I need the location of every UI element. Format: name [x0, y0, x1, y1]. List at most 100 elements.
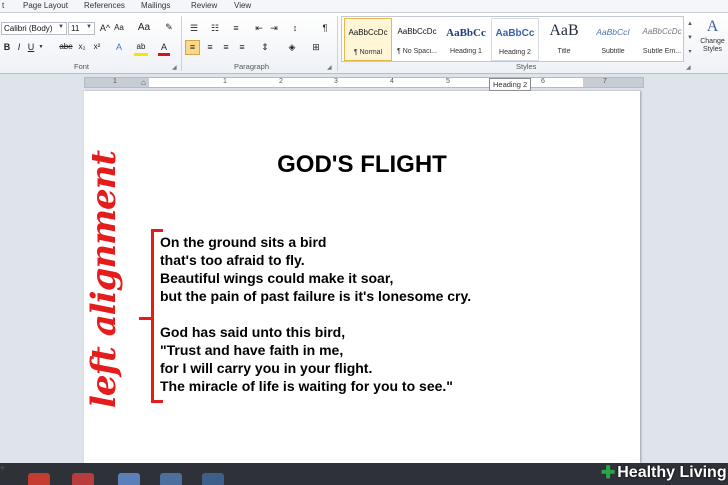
more-icon[interactable]: ▾ — [686, 45, 694, 59]
ruler-number: 5 — [446, 78, 450, 85]
ribbon: Calibri (Body) ▼ 11 ▼ A^ Aa Aa ✎ B I U ▼… — [0, 13, 728, 74]
horizontal-ruler-bar: ⌂ 1 2 3 4 5 6 7 1 — [0, 74, 728, 91]
tab-page-layout[interactable]: Page Layout — [23, 1, 68, 10]
styles-dialog-launcher-icon[interactable]: ◢ — [686, 64, 691, 71]
group-divider — [181, 16, 182, 71]
tab-mailings[interactable]: Mailings — [141, 1, 170, 10]
poem-line: Beautiful wings could make it soar, — [160, 270, 394, 286]
tab-stop-icon[interactable]: ⌂ — [141, 78, 146, 87]
vertical-ruler[interactable] — [0, 91, 8, 461]
ruler-number: 1 — [113, 78, 117, 85]
paragraph-dialog-launcher-icon[interactable]: ◢ — [327, 64, 332, 71]
style-sample: AaBbCcDc — [642, 27, 682, 36]
clear-formatting-button[interactable]: ✎ — [163, 21, 175, 33]
increase-indent-icon: ⇥ — [270, 23, 278, 33]
line-spacing-button[interactable]: ⇕ — [257, 41, 273, 53]
document-page[interactable]: GOD'S FLIGHT On the ground sits a bird t… — [84, 91, 640, 463]
change-styles-button[interactable]: A Change Styles — [697, 16, 728, 62]
ruler-left-margin — [85, 78, 149, 87]
show-marks-button[interactable]: ¶ — [319, 22, 331, 34]
tab-references[interactable]: References — [84, 1, 125, 10]
text-effects-button[interactable]: A — [113, 41, 125, 53]
tab-home[interactable]: t — [2, 1, 4, 10]
watermark: ✚ Healthy Living — [601, 462, 727, 484]
style-subtle-emphasis[interactable]: AaBbCcDc Subtle Em... — [638, 18, 686, 61]
poem-line: that's too afraid to fly. — [160, 252, 305, 268]
chevron-down-icon[interactable]: ▼ — [686, 31, 694, 45]
style-heading-2[interactable]: AaBbCc Heading 2 — [491, 18, 539, 61]
app-icon[interactable] — [72, 473, 94, 485]
multilevel-list-button[interactable]: ≡ — [229, 22, 243, 34]
style-sample: AaBbCcDc — [397, 27, 437, 36]
align-right-button[interactable]: ≡ — [219, 41, 233, 53]
style-name: Title — [557, 48, 571, 55]
italic-button[interactable]: I — [14, 41, 24, 53]
underline-button[interactable]: U — [26, 41, 36, 53]
styles-group-label: Styles — [516, 62, 537, 71]
borders-button[interactable]: ⊞ — [308, 41, 324, 53]
bold-button[interactable]: B — [2, 41, 12, 53]
shrink-font-icon: Aa — [114, 23, 124, 32]
numbering-button[interactable]: ☷ — [208, 22, 222, 34]
change-case-icon: Aa — [137, 22, 151, 33]
style-tooltip: Heading 2 — [489, 78, 532, 91]
poem-line: The miracle of life is waiting for you t… — [160, 378, 453, 394]
chevron-up-icon[interactable]: ▲ — [686, 17, 694, 31]
shading-button[interactable]: ◈ — [284, 41, 300, 53]
highlight-button[interactable]: ab — [134, 41, 148, 56]
annotation-bracket — [151, 229, 163, 403]
ruler-corner-icon[interactable]: ⌖ — [0, 463, 5, 474]
style-name: Heading 1 — [450, 48, 482, 55]
tab-review[interactable]: Review — [191, 1, 217, 10]
change-styles-label: Change Styles — [700, 38, 725, 53]
shrink-font-button[interactable]: Aa — [113, 22, 125, 34]
app-icon[interactable] — [202, 473, 224, 485]
style-heading-1[interactable]: AaBbCc Heading 1 — [442, 18, 490, 61]
change-case-button[interactable]: Aa — [137, 22, 151, 34]
horizontal-ruler[interactable]: ⌂ 1 2 3 4 5 6 7 1 — [84, 77, 644, 88]
browser-icon[interactable] — [28, 473, 50, 485]
style-sample: AaBbCcDc — [348, 28, 388, 37]
grow-font-button[interactable]: A^ — [99, 22, 111, 34]
app-icon[interactable] — [160, 473, 182, 485]
style-no-spacing[interactable]: AaBbCcDc ¶ No Spaci... — [393, 18, 441, 61]
tab-view[interactable]: View — [234, 1, 251, 10]
font-size-combo[interactable]: 11 ▼ — [68, 22, 95, 35]
align-left-button[interactable]: ≡ — [185, 40, 200, 55]
superscript-button[interactable]: x² — [91, 41, 103, 53]
align-center-icon: ≡ — [207, 42, 213, 52]
style-name: Subtitle — [601, 48, 625, 55]
justify-button[interactable]: ≡ — [235, 41, 249, 53]
paragraph-group-label: Paragraph — [234, 62, 270, 71]
chevron-down-icon[interactable]: ▼ — [86, 24, 92, 30]
subscript-button[interactable]: x₂ — [76, 41, 88, 53]
strikethrough-button[interactable]: abe — [58, 41, 74, 53]
style-sample: AaB — [549, 22, 579, 39]
styles-scroll[interactable]: ▲ ▼ ▾ — [686, 17, 694, 61]
align-right-icon: ≡ — [223, 42, 229, 52]
chevron-down-icon[interactable]: ▼ — [58, 24, 64, 30]
ruler-number: 2 — [279, 78, 283, 85]
style-normal[interactable]: AaBbCcDc ¶ Normal — [344, 18, 392, 61]
app-icon[interactable] — [118, 473, 140, 485]
ruler-number: 4 — [390, 78, 394, 85]
align-center-button[interactable]: ≡ — [203, 41, 217, 53]
style-sample: AaBbCcI — [596, 27, 630, 37]
group-divider — [337, 16, 338, 71]
bullets-button[interactable]: ☰ — [187, 22, 201, 34]
font-color-button[interactable]: A — [158, 41, 170, 56]
ribbon-tab-bar: t Page Layout References Mailings Review… — [0, 0, 728, 13]
increase-indent-button[interactable]: ⇥ — [268, 22, 280, 34]
font-dialog-launcher-icon[interactable]: ◢ — [172, 64, 177, 71]
sort-button[interactable]: ↕ — [289, 22, 301, 34]
font-name-combo[interactable]: Calibri (Body) ▼ — [1, 22, 67, 35]
align-left-icon: ≡ — [189, 42, 196, 52]
stanza-gap — [160, 305, 471, 323]
chevron-down-icon[interactable]: ▼ — [38, 41, 44, 53]
style-name: Subtle Em... — [642, 48, 682, 55]
decrease-indent-button[interactable]: ⇤ — [253, 22, 265, 34]
style-title[interactable]: AaB Title — [540, 18, 588, 61]
poem-line: "Trust and have faith in me, — [160, 342, 344, 358]
style-subtitle[interactable]: AaBbCcI Subtitle — [589, 18, 637, 61]
justify-icon: ≡ — [239, 42, 245, 52]
